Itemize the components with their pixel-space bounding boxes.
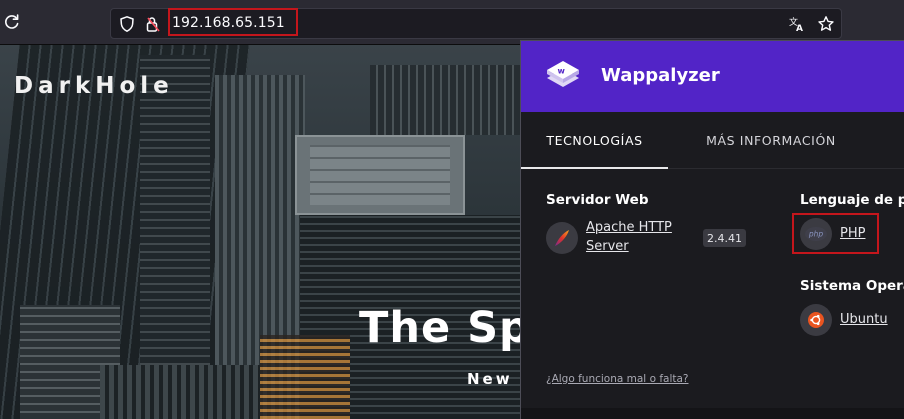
version-badge: 2.4.41	[703, 229, 746, 247]
category-web-server[interactable]: Servidor Web	[546, 192, 649, 208]
site-logo[interactable]: DarkHole	[14, 73, 174, 99]
wappalyzer-popup: w Wappalyzer TECNOLOGÍAS MÁS INFORMACIÓN…	[520, 40, 904, 419]
tech-apache-line2[interactable]: Server	[586, 237, 629, 257]
php-highlight-box	[792, 213, 879, 254]
browser-toolbar: 192.168.65.151 文 A	[0, 0, 904, 44]
tech-apache-line1[interactable]: Apache HTTP	[586, 218, 672, 238]
apache-feather-icon[interactable]	[546, 222, 578, 254]
ubuntu-logo-icon[interactable]	[800, 304, 832, 336]
reload-icon[interactable]	[2, 12, 22, 32]
wappalyzer-header: w Wappalyzer	[521, 41, 904, 112]
wappalyzer-title: Wappalyzer	[601, 65, 720, 86]
wappalyzer-footer	[521, 408, 904, 419]
lock-warning-icon[interactable]	[144, 15, 162, 33]
technologies-panel: Servidor Web Apache HTTP Server 2.4.41 L…	[521, 169, 904, 408]
tab-more-info[interactable]: MÁS INFORMACIÓN	[668, 112, 874, 169]
tab-technologies[interactable]: TECNOLOGÍAS	[521, 112, 668, 169]
tech-ubuntu[interactable]: Ubuntu	[840, 310, 888, 330]
url-highlight-box	[168, 8, 298, 36]
hero-title: The Sp	[359, 303, 531, 353]
star-icon[interactable]	[817, 15, 835, 33]
wappalyzer-tabs: TECNOLOGÍAS MÁS INFORMACIÓN	[521, 112, 904, 169]
shield-icon[interactable]	[118, 15, 136, 33]
translate-icon[interactable]: 文 A	[788, 15, 806, 34]
svg-text:A: A	[796, 24, 803, 33]
svg-text:w: w	[558, 67, 566, 76]
wappalyzer-logo-icon: w	[545, 57, 581, 97]
report-issue-link[interactable]: ¿Algo funciona mal o falta?	[546, 373, 689, 385]
category-programming-language[interactable]: Lenguaje de pro	[800, 192, 904, 208]
category-operating-system[interactable]: Sistema Operat	[800, 278, 904, 294]
